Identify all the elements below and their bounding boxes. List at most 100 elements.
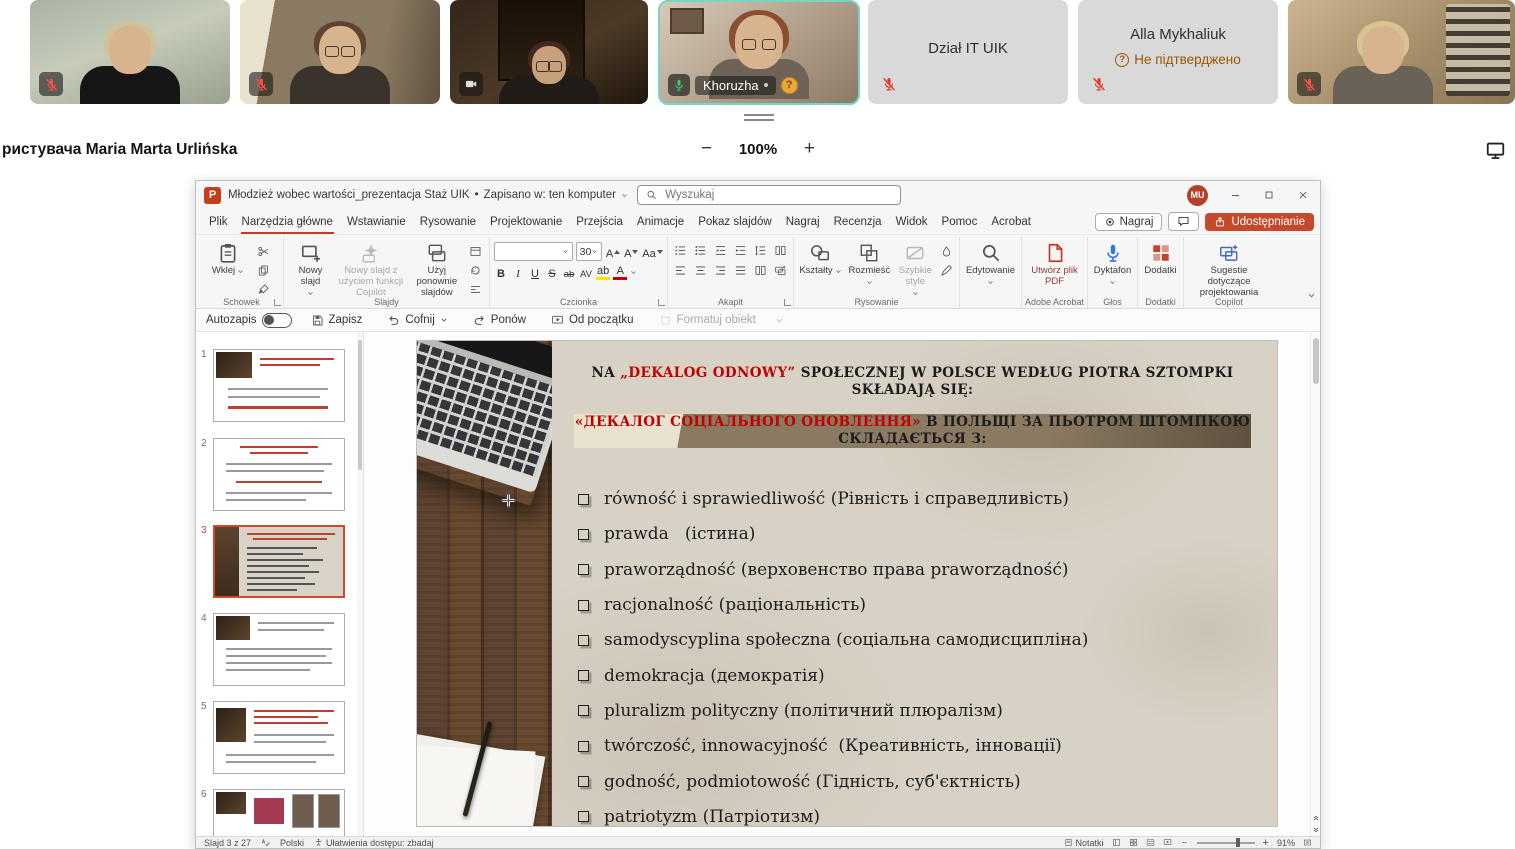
spell-check-icon[interactable]: [261, 838, 270, 847]
thumbnail-scrollbar[interactable]: [357, 332, 363, 836]
tab-narzedzia-glowne[interactable]: Narzędzia główne: [235, 209, 340, 234]
accessibility-checker[interactable]: Ułatwienia dostępu: zbadaj: [314, 838, 434, 848]
paste-button[interactable]: Wklej: [204, 239, 252, 297]
align-center-button[interactable]: [692, 262, 709, 279]
record-button[interactable]: Nagraj: [1095, 213, 1163, 231]
search-input[interactable]: [663, 188, 892, 202]
slide-editor-canvas[interactable]: NA „DEKALOG ODNOWY” SPOŁECZNEJ W POLSCE …: [364, 332, 1310, 836]
align-left-button[interactable]: [672, 262, 689, 279]
autosave-toggle[interactable]: [262, 313, 292, 328]
scrollbar-thumb[interactable]: [1313, 338, 1319, 384]
highlight-color-button[interactable]: ab: [596, 264, 610, 280]
share-button[interactable]: Udostępnianie: [1205, 213, 1314, 231]
strip-resize-handle[interactable]: [744, 111, 774, 124]
normal-view-button[interactable]: [1112, 838, 1121, 847]
zoom-out-button[interactable]: −: [697, 138, 716, 160]
columns-button[interactable]: [752, 262, 769, 279]
tab-wstawianie[interactable]: Wstawianie: [340, 209, 413, 234]
zoom-out-button[interactable]: [1180, 838, 1189, 847]
shared-screen-monitor-icon[interactable]: [1485, 140, 1506, 166]
add-ins-button[interactable]: Dodatki: [1142, 239, 1179, 297]
bullets-list-button[interactable]: [672, 242, 689, 259]
participant-tile[interactable]: [1288, 0, 1515, 104]
previous-slide-icon[interactable]: [1312, 814, 1320, 822]
search-box[interactable]: [637, 185, 901, 205]
participant-tile[interactable]: Alla Mykhaliuk ? Не підтверджено: [1078, 0, 1278, 104]
shape-outline-button[interactable]: [937, 262, 955, 279]
italic-button[interactable]: I: [511, 264, 525, 280]
slide-thumbnail-3-selected[interactable]: [213, 525, 345, 598]
reset-slide-button[interactable]: [467, 262, 485, 279]
strikethrough-button[interactable]: S: [545, 264, 559, 280]
section-button[interactable]: [467, 281, 485, 298]
slide-sorter-view-button[interactable]: [1129, 838, 1138, 847]
zoom-in-button[interactable]: +: [800, 138, 819, 160]
redo-button[interactable]: Ponów: [467, 313, 532, 328]
tab-widok[interactable]: Widok: [889, 209, 935, 234]
close-button[interactable]: [1286, 181, 1320, 209]
slideshow-view-button[interactable]: [1163, 838, 1172, 847]
format-painter-button[interactable]: [254, 281, 272, 298]
undo-button[interactable]: Cofnij: [381, 313, 453, 328]
subscript-button[interactable]: ab: [562, 264, 576, 280]
slide-thumbnail-6[interactable]: [213, 789, 345, 836]
collapse-ribbon-icon[interactable]: [1307, 287, 1316, 305]
participant-tile[interactable]: [240, 0, 440, 104]
participant-tile[interactable]: [30, 0, 230, 104]
tab-projektowanie[interactable]: Projektowanie: [483, 209, 569, 234]
minimize-button[interactable]: [1218, 181, 1252, 209]
zoom-slider-thumb[interactable]: [1236, 838, 1240, 847]
participant-tile[interactable]: [450, 0, 648, 104]
tab-nagraj[interactable]: Nagraj: [779, 209, 827, 234]
font-size-combo[interactable]: 30: [576, 242, 603, 261]
reuse-slides-button[interactable]: Użyj ponownie slajdów: [409, 239, 465, 297]
tab-rysowanie[interactable]: Rysowanie: [413, 209, 483, 234]
maximize-button[interactable]: [1252, 181, 1286, 209]
slide-thumbnail-1[interactable]: [213, 349, 345, 422]
customize-quickbar-icon[interactable]: [775, 316, 784, 325]
underline-button[interactable]: U: [528, 264, 542, 280]
shapes-button[interactable]: Kształty: [798, 239, 843, 297]
zoom-percentage[interactable]: 91%: [1277, 838, 1295, 848]
font-color-button[interactable]: A: [613, 264, 627, 280]
tab-plik[interactable]: Plik: [202, 209, 235, 234]
convert-to-smartart-button[interactable]: [772, 262, 789, 279]
design-ideas-button[interactable]: Sugestie dotyczące projektowania: [1188, 239, 1270, 297]
dialog-launcher-icon[interactable]: [274, 299, 281, 306]
tab-animacje[interactable]: Animacje: [630, 209, 691, 234]
tab-pokaz-slajdow[interactable]: Pokaz slajdów: [691, 209, 779, 234]
bold-button[interactable]: B: [494, 264, 508, 280]
grow-font-button[interactable]: A: [605, 244, 620, 260]
save-button[interactable]: Zapisz: [305, 313, 369, 328]
shape-fill-button[interactable]: [937, 243, 955, 260]
zoom-in-button[interactable]: +: [1263, 837, 1269, 849]
text-direction-button[interactable]: [772, 242, 789, 259]
justify-button[interactable]: [732, 262, 749, 279]
character-spacing-button[interactable]: AV: [579, 264, 593, 280]
chevron-down-icon[interactable]: [630, 269, 637, 276]
create-pdf-button[interactable]: Utwórz plik PDF: [1026, 239, 1083, 297]
next-slide-icon[interactable]: [1312, 826, 1320, 834]
slide-thumbnail-2[interactable]: [213, 438, 345, 511]
numbered-list-button[interactable]: [692, 242, 709, 259]
cut-button[interactable]: [254, 243, 272, 260]
zoom-slider[interactable]: [1197, 842, 1255, 844]
language-indicator[interactable]: Polski: [280, 838, 304, 848]
vertical-scrollbar[interactable]: [1310, 332, 1320, 836]
notes-button[interactable]: Notatki: [1064, 838, 1104, 848]
slide-layout-button[interactable]: [467, 243, 485, 260]
copy-button[interactable]: [254, 262, 272, 279]
dialog-launcher-icon[interactable]: [784, 299, 791, 306]
line-spacing-button[interactable]: [752, 242, 769, 259]
tab-przejscia[interactable]: Przejścia: [569, 209, 630, 234]
fit-to-window-button[interactable]: [1303, 838, 1312, 847]
new-slide-button[interactable]: Nowy slajd: [288, 239, 333, 297]
slide-thumbnail-5[interactable]: [213, 701, 345, 774]
tab-acrobat[interactable]: Acrobat: [984, 209, 1038, 234]
dialog-launcher-icon[interactable]: [658, 299, 665, 306]
participant-tile[interactable]: Dział IT UIK: [868, 0, 1068, 104]
increase-indent-button[interactable]: [732, 242, 749, 259]
align-right-button[interactable]: [712, 262, 729, 279]
comments-button[interactable]: [1168, 212, 1199, 231]
decrease-indent-button[interactable]: [712, 242, 729, 259]
